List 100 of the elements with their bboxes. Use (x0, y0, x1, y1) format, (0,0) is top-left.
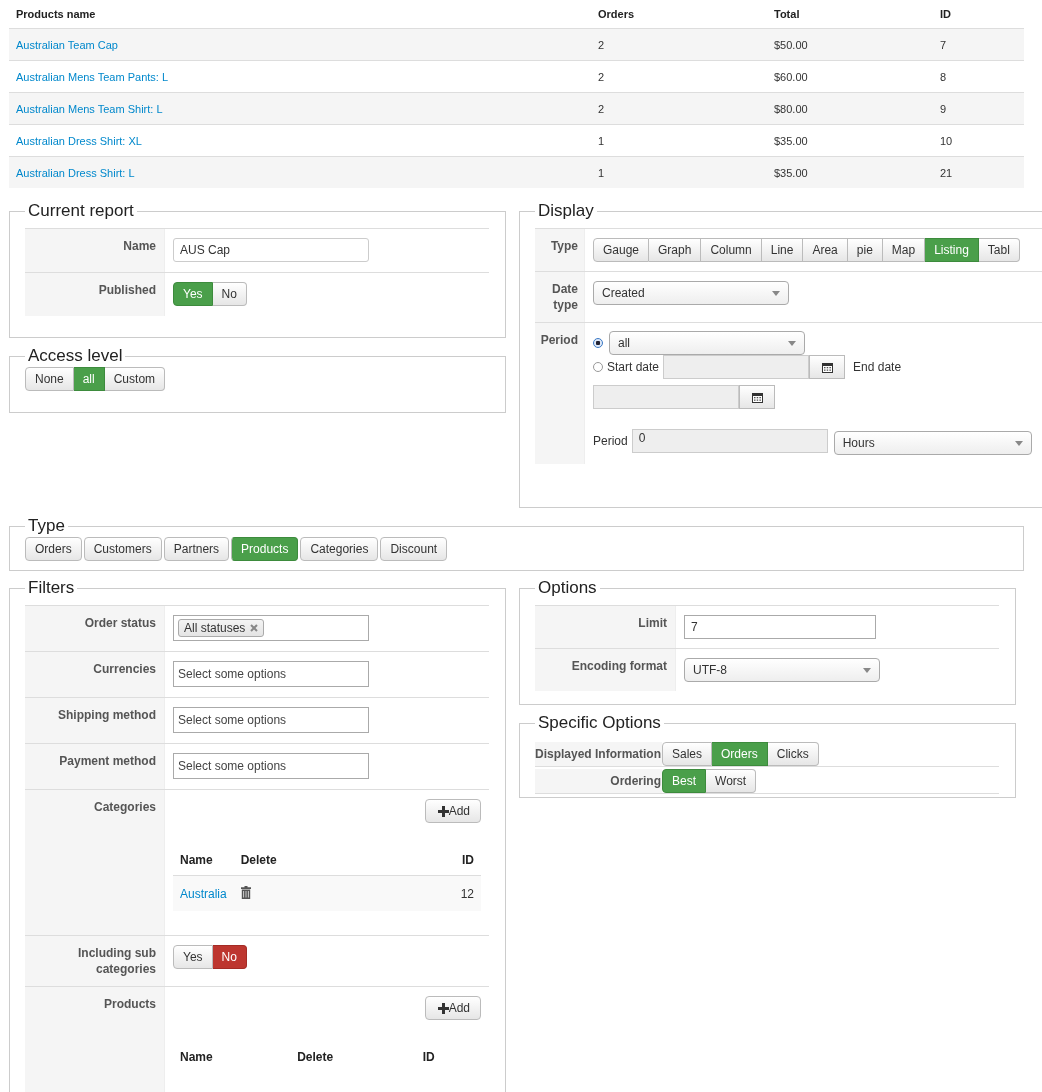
encoding-select[interactable]: UTF-8 (684, 658, 880, 682)
table-cell: 1 (598, 166, 605, 179)
plus-icon (437, 1002, 449, 1014)
product-link[interactable]: Australian Mens Team Shirt: L (16, 102, 163, 115)
chart-type-button[interactable]: Line (761, 238, 804, 262)
field-label: Ordering (610, 774, 661, 788)
report-type-button[interactable]: Orders (25, 537, 82, 561)
column-header: ID (462, 853, 474, 867)
field-label: Limit (638, 616, 667, 630)
table-cell: $80.00 (774, 102, 808, 115)
section-title: Access level (27, 345, 124, 367)
start-date-label: Start date (607, 360, 660, 374)
caret-icon (772, 290, 780, 296)
radio-button[interactable] (593, 338, 603, 348)
field-label: Name (123, 239, 156, 253)
section-title: Type (27, 515, 66, 537)
field-label: Currencies (93, 662, 156, 676)
field-label: Type (550, 239, 578, 253)
product-link[interactable]: Australian Dress Shirt: L (16, 166, 135, 179)
chart-type-button[interactable]: Map (882, 238, 926, 262)
options-field[interactable]: Select some options (173, 707, 369, 733)
field-label: Including sub categories (78, 946, 156, 976)
trash-icon[interactable] (240, 885, 251, 899)
period-select[interactable]: all (609, 331, 805, 355)
report-type-button[interactable]: Partners (163, 537, 230, 561)
table-cell: 2 (598, 38, 605, 51)
calendar-icon (821, 361, 833, 373)
table-cell: 21 (940, 166, 953, 179)
calendar-icon (751, 391, 763, 403)
report-type-button[interactable]: Customers (83, 537, 162, 561)
toggle-option[interactable]: Worst (706, 769, 757, 793)
options-field[interactable]: Select some options (173, 661, 369, 687)
table-cell: 9 (940, 102, 947, 115)
toggle-option[interactable]: Sales (662, 742, 713, 766)
field-label: Date type (552, 282, 578, 312)
calendar-button[interactable] (739, 385, 775, 409)
options-field[interactable]: Select some options (173, 753, 369, 779)
table-cell: $35.00 (774, 134, 808, 147)
product-link[interactable]: Australian Mens Team Pants: L (16, 70, 169, 83)
product-link[interactable]: Australian Team Cap (16, 38, 118, 51)
report-type-button[interactable]: Discount (380, 537, 448, 561)
caret-icon (863, 667, 871, 673)
start-date-field[interactable] (663, 355, 810, 379)
column-header: ID (940, 8, 951, 20)
chart-type-button[interactable]: Graph (649, 238, 702, 262)
period-field[interactable]: 0 (631, 429, 828, 453)
section-title: Options (537, 577, 598, 599)
toggle-option[interactable]: No (212, 282, 247, 306)
section-title: Filters (27, 577, 76, 599)
access-option[interactable]: Custom (104, 367, 166, 391)
column-header: Delete (297, 1050, 334, 1064)
column-header: Name (180, 1050, 213, 1064)
table-cell: 2 (598, 102, 605, 115)
period-label: Period (593, 434, 628, 448)
table-cell: 8 (940, 70, 947, 83)
limit-field[interactable]: 7 (684, 615, 876, 639)
table-cell: $50.00 (774, 38, 808, 51)
table-cell: 12 (460, 886, 474, 901)
field-label: Shipping method (58, 708, 156, 722)
field-label: Products (104, 997, 156, 1011)
order-status-field[interactable]: All statuses (173, 615, 369, 641)
report-type-button[interactable]: Categories (300, 537, 379, 561)
add-button[interactable]: Add (424, 996, 481, 1020)
access-option[interactable]: None (25, 367, 74, 391)
field-label: Payment method (59, 754, 156, 768)
chart-type-button[interactable]: Gauge (593, 238, 650, 262)
date-type-select[interactable]: Created (593, 281, 789, 305)
field-label: Encoding format (571, 659, 667, 673)
column-header: Orders (598, 8, 635, 20)
toggle-option[interactable]: Clicks (767, 742, 819, 766)
table-cell: 7 (940, 38, 947, 51)
radio-button[interactable] (593, 362, 603, 372)
add-button[interactable]: Add (424, 799, 481, 823)
remove-icon[interactable] (250, 624, 259, 632)
toggle-option[interactable]: Yes (173, 945, 213, 969)
caret-icon (788, 340, 796, 346)
table-cell: $60.00 (774, 70, 808, 83)
chart-type-button[interactable]: Tabl (978, 238, 1020, 262)
field-label: Displayed Information (535, 747, 662, 761)
field-label: Published (98, 283, 156, 297)
section-title: Display (537, 200, 595, 222)
name-field[interactable]: AUS Cap (173, 238, 369, 262)
toggle-option[interactable]: No (212, 945, 247, 969)
column-header: Products name (16, 8, 96, 20)
table-cell: 10 (940, 134, 953, 147)
end-date-field[interactable] (593, 385, 739, 409)
product-link[interactable]: Australian Dress Shirt: XL (16, 134, 142, 147)
caret-icon (1014, 440, 1023, 446)
chart-type-button[interactable]: Area (803, 238, 848, 262)
unit-select[interactable]: Hours (833, 431, 1032, 455)
calendar-button[interactable] (809, 355, 846, 379)
section-title: Specific Options (537, 712, 662, 734)
end-date-label: End date (853, 360, 902, 374)
chart-type-button[interactable]: Column (701, 238, 762, 262)
chart-type-button[interactable]: pie (847, 238, 883, 262)
section-title: Current report (27, 200, 135, 222)
column-header: Delete (240, 853, 277, 867)
column-header: Name (180, 853, 213, 867)
status-tag: All statuses (178, 619, 265, 637)
table-cell: 2 (598, 70, 605, 83)
